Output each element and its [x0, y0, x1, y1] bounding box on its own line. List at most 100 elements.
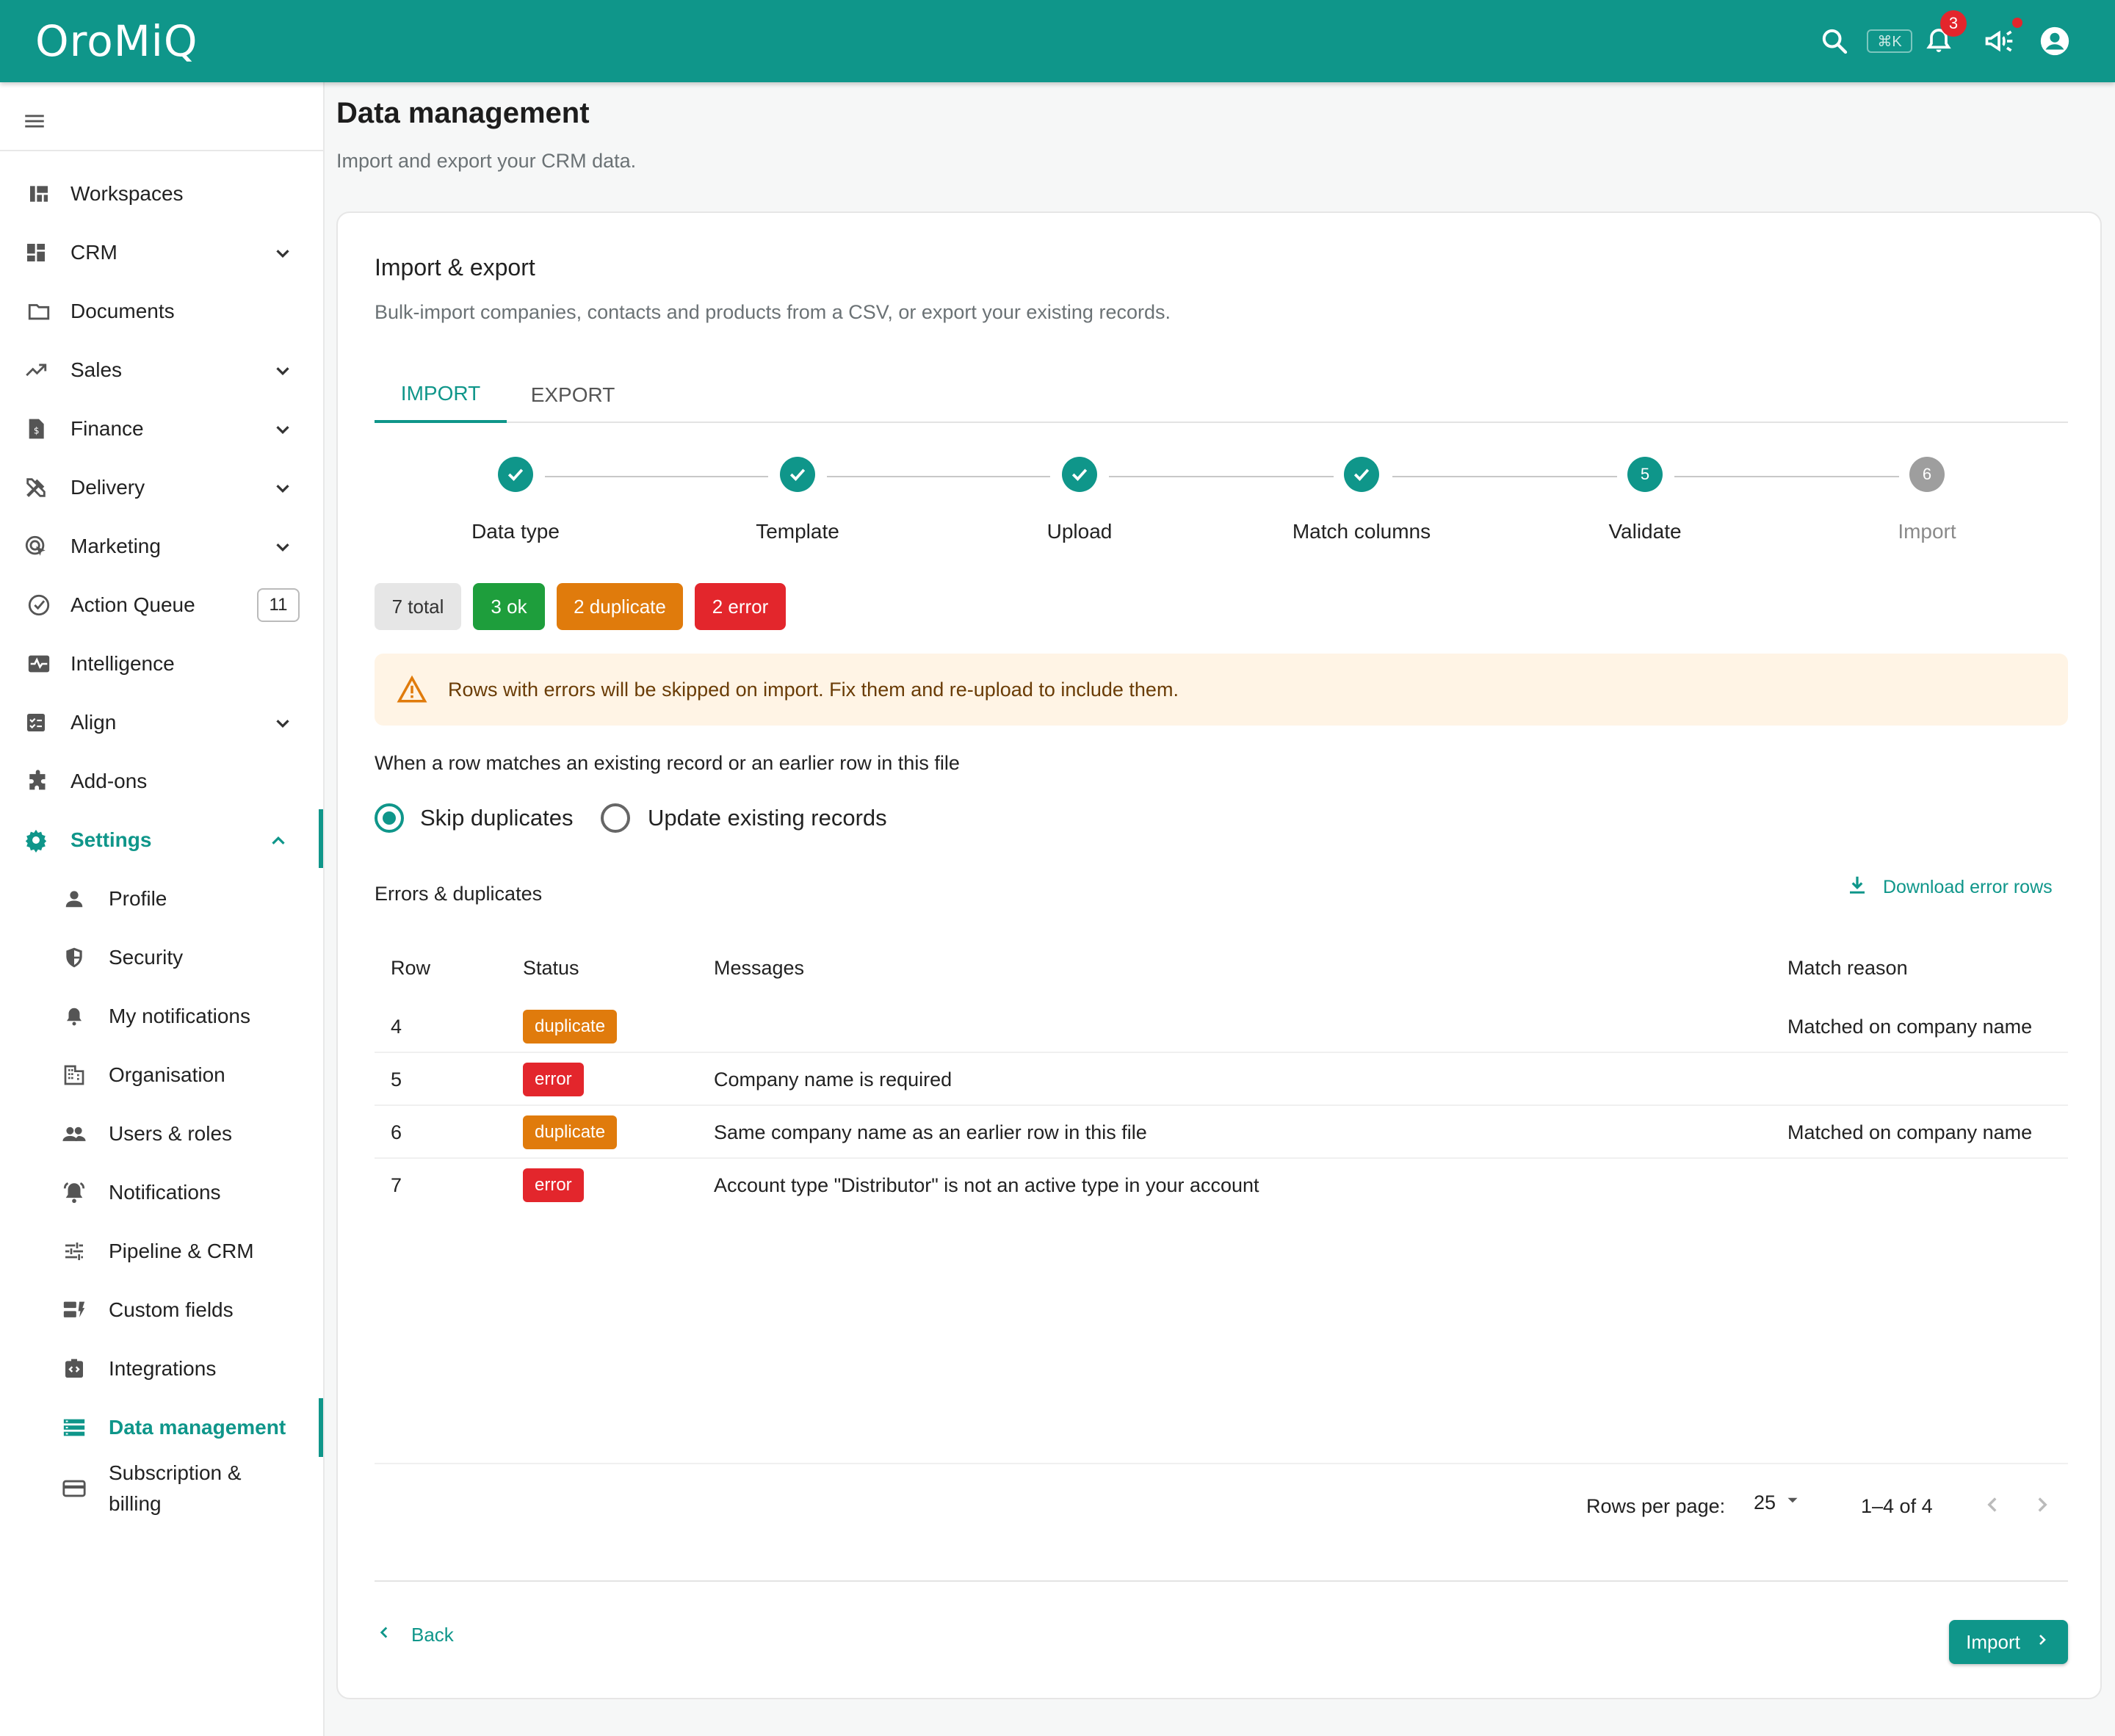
row-message: Account type "Distributor" is not an act…: [714, 1173, 1259, 1196]
chevron-up-icon[interactable]: [267, 830, 289, 857]
sidebar-item-users-roles[interactable]: Users & roles: [0, 1104, 323, 1163]
chevron-down-icon[interactable]: [272, 360, 294, 387]
error-chip: 2 error: [695, 583, 786, 630]
sidebar-item-label: CRM: [70, 241, 118, 264]
sidebar-item-delivery[interactable]: Delivery: [0, 458, 323, 517]
sidebar-item-align[interactable]: Align: [0, 693, 323, 752]
pagination-range: 1–4 of 4: [1861, 1495, 1933, 1517]
download-error-rows-button[interactable]: Download error rows: [1846, 874, 2053, 901]
sidebar-item-label: Delivery: [70, 476, 145, 499]
errors-section-title: Errors & duplicates: [375, 883, 543, 905]
card-title: Import & export: [375, 254, 535, 281]
row-match-reason: Matched on company name: [1787, 1121, 2033, 1143]
status-badge: error: [523, 1063, 584, 1096]
dynamic-form-icon: [60, 1296, 88, 1324]
dropdown-arrow-icon: [1783, 1491, 1802, 1515]
sidebar-item-label: My notifications: [109, 1005, 250, 1027]
column-header-messages: Messages: [714, 956, 805, 979]
back-button[interactable]: Back: [375, 1623, 454, 1647]
column-header-status: Status: [523, 956, 579, 979]
alert-message: Rows with errors will be skipped on impo…: [448, 679, 1179, 701]
warning-alert: Rows with errors will be skipped on impo…: [375, 654, 2068, 726]
total-chip: 7 total: [375, 583, 461, 630]
step-label: Upload: [1046, 520, 1113, 543]
person-icon: [60, 885, 88, 913]
sidebar-item-documents[interactable]: Documents: [0, 282, 323, 341]
chevron-down-icon[interactable]: [272, 477, 294, 504]
building-icon: [60, 1061, 88, 1089]
sidebar-item-my-notifications[interactable]: My notifications: [0, 987, 323, 1046]
chevron-left-icon: [375, 1623, 394, 1647]
sidebar-item-label: Notifications: [109, 1181, 221, 1204]
status-badge: error: [523, 1168, 584, 1202]
chevron-down-icon[interactable]: [272, 712, 294, 739]
import-button[interactable]: Import: [1949, 1620, 2068, 1664]
menu-toggle-icon[interactable]: [22, 109, 47, 137]
row-match-reason: Matched on company name: [1787, 1015, 2033, 1038]
update-existing-label[interactable]: Update existing records: [648, 805, 887, 831]
search-icon[interactable]: [1814, 21, 1855, 62]
sidebar-item-label: Sales: [70, 358, 123, 381]
sidebar-item-sales[interactable]: Sales: [0, 341, 323, 399]
step-connector: [1392, 476, 1617, 477]
update-existing-radio[interactable]: [601, 803, 630, 833]
tab-export[interactable]: EXPORT: [507, 367, 639, 423]
next-page-icon[interactable]: [2030, 1492, 2055, 1522]
previous-page-icon[interactable]: [1980, 1492, 2005, 1522]
sidebar-item-workspaces[interactable]: Workspaces: [0, 164, 323, 223]
sidebar-item-intelligence[interactable]: Intelligence: [0, 634, 323, 693]
sidebar-item-data-management[interactable]: Data management: [0, 1398, 323, 1457]
action-queue-count: 11: [257, 588, 300, 622]
skip-duplicates-radio[interactable]: [375, 803, 404, 833]
sidebar-item-action-queue[interactable]: Action Queue 11: [0, 576, 323, 634]
chevron-down-icon[interactable]: [272, 242, 294, 270]
sidebar-item-security[interactable]: Security: [0, 928, 323, 987]
warning-triangle-icon: [397, 674, 427, 709]
storage-icon: [60, 1414, 88, 1442]
sidebar-item-settings[interactable]: Settings: [0, 811, 323, 869]
credit-card-icon: [60, 1475, 88, 1502]
app-logo[interactable]: OroMiQ: [35, 16, 198, 66]
row-number: 7: [391, 1173, 402, 1196]
step-check-icon: [498, 457, 533, 492]
step-number-pending: 6: [1909, 457, 1945, 492]
tab-import[interactable]: IMPORT: [375, 367, 507, 423]
settings-active-indicator: [319, 809, 323, 868]
tools-icon: [22, 474, 50, 502]
sidebar-item-add-ons[interactable]: Add-ons: [0, 752, 323, 811]
sidebar-item-label: Add-ons: [70, 770, 148, 792]
sidebar-item-label: Custom fields: [109, 1298, 234, 1321]
account-avatar-icon[interactable]: [2034, 21, 2075, 62]
skip-duplicates-label[interactable]: Skip duplicates: [420, 805, 574, 831]
data-management-active-indicator: [319, 1398, 323, 1457]
sidebar-item-profile[interactable]: Profile: [0, 869, 323, 928]
status-badge: duplicate: [523, 1115, 618, 1149]
sidebar-divider: [0, 150, 323, 151]
sidebar: Workspaces CRM Documents Sales $ Finance…: [0, 82, 325, 1736]
sidebar-item-organisation[interactable]: Organisation: [0, 1046, 323, 1104]
chevron-down-icon[interactable]: [272, 419, 294, 446]
sidebar-item-pipeline-crm[interactable]: Pipeline & CRM: [0, 1222, 323, 1281]
rows-per-page-select[interactable]: 25: [1754, 1491, 1802, 1515]
tab-bar: IMPORT EXPORT: [375, 367, 2068, 423]
tune-icon: [60, 1237, 88, 1265]
sidebar-item-label: Organisation: [109, 1063, 225, 1086]
sidebar-item-subscription-billing[interactable]: Subscription & billing: [0, 1457, 323, 1525]
chevron-right-icon: [2033, 1631, 2051, 1654]
sidebar-item-finance[interactable]: $ Finance: [0, 399, 323, 458]
sidebar-item-crm[interactable]: CRM: [0, 223, 323, 282]
table-row: 6 duplicate Same company name as an earl…: [375, 1106, 2068, 1159]
rows-per-page-value: 25: [1754, 1491, 1776, 1513]
bell-ringing-icon: [60, 1179, 88, 1207]
sidebar-item-notifications[interactable]: Notifications: [0, 1163, 323, 1222]
errors-table: Row Status Messages Match reason 4 dupli…: [375, 936, 2068, 1464]
chevron-down-icon[interactable]: [272, 536, 294, 563]
sidebar-item-custom-fields[interactable]: Custom fields: [0, 1281, 323, 1339]
table-row: 7 error Account type "Distributor" is no…: [375, 1159, 2068, 1212]
step-connector: [545, 476, 768, 477]
sidebar-item-label: Action Queue: [70, 593, 195, 616]
status-badge: duplicate: [523, 1010, 618, 1044]
sidebar-item-label: Documents: [70, 300, 175, 322]
sidebar-item-integrations[interactable]: Integrations: [0, 1339, 323, 1398]
sidebar-item-marketing[interactable]: Marketing: [0, 517, 323, 576]
